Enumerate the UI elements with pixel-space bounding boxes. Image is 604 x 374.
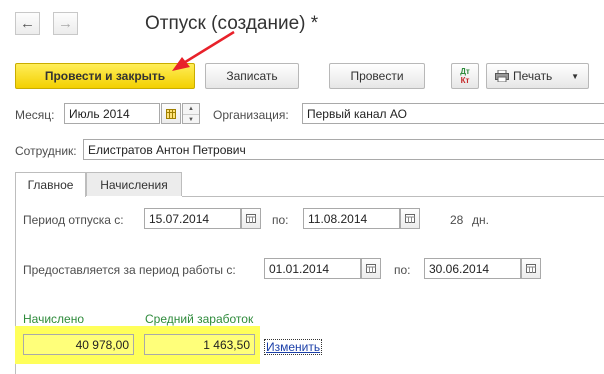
organization-field[interactable]: Первый канал АО [302, 103, 604, 124]
tab-main[interactable]: Главное [15, 172, 86, 197]
printer-icon [495, 70, 509, 82]
back-button[interactable]: ← [15, 12, 40, 35]
month-label: Месяц: [15, 108, 55, 122]
calendar-icon [366, 264, 376, 273]
chevron-down-icon: ▼ [571, 71, 579, 81]
arrow-right-icon: → [58, 15, 73, 32]
avg-earnings-field[interactable]: 1 463,50 [144, 334, 255, 355]
work-period-label: Предоставляется за период работы с: [23, 263, 236, 277]
month-field[interactable]: Июль 2014 [64, 103, 160, 124]
vacation-from-field[interactable]: 15.07.2014 [144, 208, 241, 229]
month-spinner[interactable]: ▲ ▼ [182, 103, 200, 124]
tab-accruals[interactable]: Начисления [86, 172, 182, 196]
days-unit: дн. [472, 213, 489, 227]
month-calendar-button[interactable] [161, 103, 181, 124]
avg-earnings-label: Средний заработок [145, 312, 254, 326]
arrow-left-icon: ← [20, 15, 35, 32]
tab-divider [182, 196, 604, 197]
employee-label: Сотрудник: [15, 144, 77, 158]
forward-button[interactable]: → [53, 12, 78, 35]
spin-down-icon[interactable]: ▼ [183, 115, 199, 125]
calendar-icon [166, 108, 176, 119]
vacation-to-label: по: [272, 213, 289, 227]
annotation-arrow-icon [172, 30, 235, 71]
days-count: 28 [450, 213, 464, 227]
dt-label: Дт [460, 67, 470, 76]
print-label: Печать [513, 69, 553, 83]
vacation-from-calendar-button[interactable] [241, 208, 261, 229]
accrued-label: Начислено [23, 312, 85, 326]
dt-kt-button[interactable]: Дт Кт [451, 63, 479, 89]
work-from-field[interactable]: 01.01.2014 [264, 258, 361, 279]
post-button[interactable]: Провести [329, 63, 425, 89]
vacation-to-field[interactable]: 11.08.2014 [303, 208, 400, 229]
spin-up-icon[interactable]: ▲ [183, 104, 199, 115]
work-from-calendar-button[interactable] [361, 258, 381, 279]
work-to-calendar-button[interactable] [521, 258, 541, 279]
calendar-icon [246, 214, 256, 223]
kt-label: Кт [460, 76, 470, 85]
calendar-icon [405, 214, 415, 223]
organization-label: Организация: [213, 108, 289, 122]
vacation-period-label: Период отпуска с: [23, 213, 124, 227]
work-to-label: по: [394, 263, 411, 277]
print-button[interactable]: Печать ▼ [486, 63, 589, 89]
calendar-icon [526, 264, 536, 273]
work-to-field[interactable]: 30.06.2014 [424, 258, 521, 279]
employee-field[interactable]: Елистратов Антон Петрович [83, 139, 604, 160]
change-link[interactable]: Изменить [264, 339, 323, 355]
vacation-to-calendar-button[interactable] [400, 208, 420, 229]
accrued-field[interactable]: 40 978,00 [23, 334, 134, 355]
